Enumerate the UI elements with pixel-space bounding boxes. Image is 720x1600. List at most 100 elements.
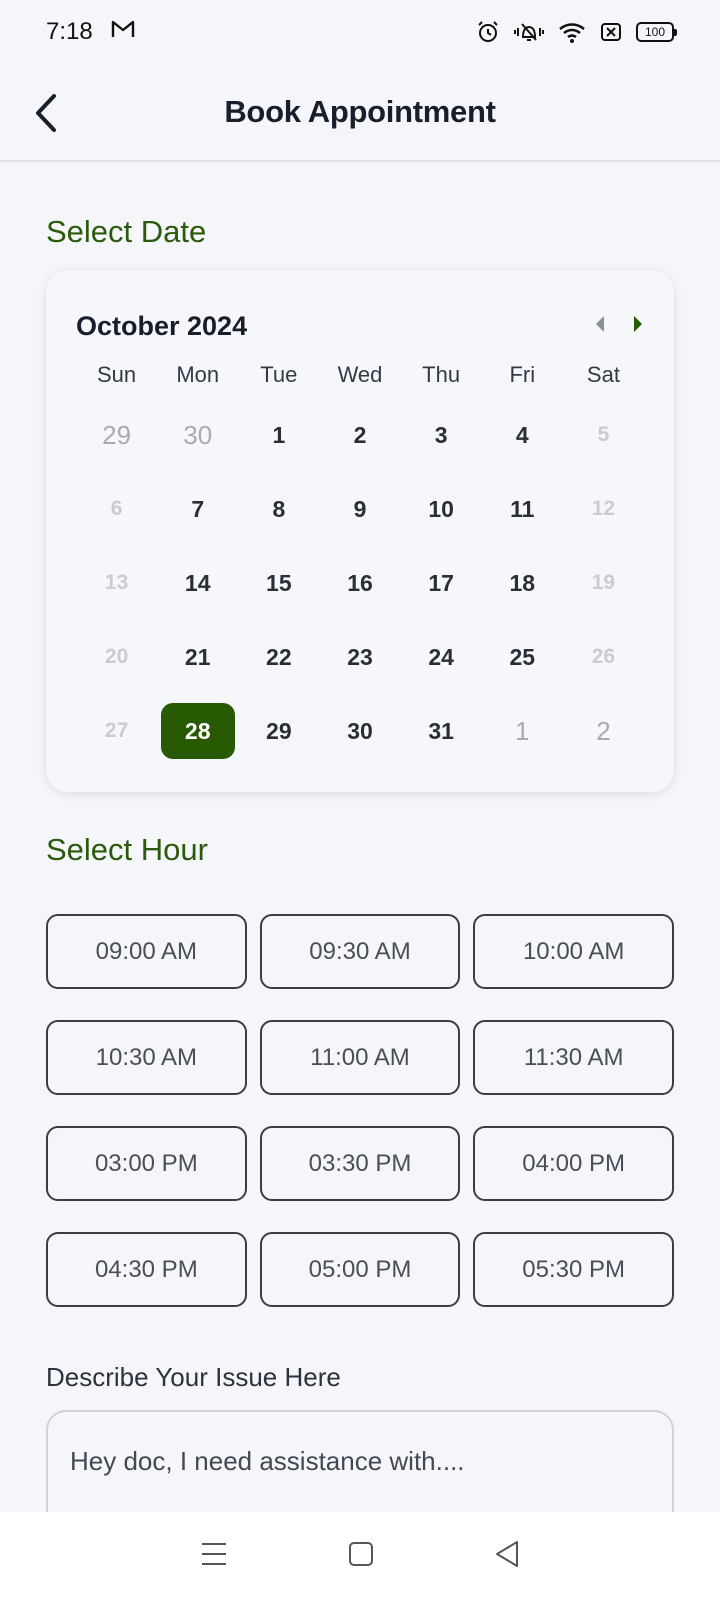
hour-slot-button[interactable]: 09:00 AM (46, 914, 247, 989)
weekday-label: Sat (586, 362, 620, 387)
calendar-day-label: 7 (191, 495, 205, 522)
calendar-day[interactable]: 17 (401, 546, 482, 620)
calendar-day-label: 15 (266, 569, 292, 596)
calendar-day-label: 14 (184, 569, 211, 596)
calendar-day[interactable]: 25 (482, 620, 563, 694)
weekday-label: Thu (422, 362, 461, 387)
calendar-day-label: 29 (266, 717, 292, 744)
hour-slot-button[interactable]: 04:30 PM (46, 1232, 247, 1307)
calendar-day-label: 18 (509, 569, 536, 596)
calendar-day-label: 6 (110, 497, 123, 520)
calendar-day[interactable]: 18 (482, 546, 563, 620)
weekday-label: Tue (260, 362, 298, 387)
prev-month-icon[interactable] (594, 315, 606, 338)
calendar-day[interactable]: 31 (401, 694, 482, 768)
calendar-day[interactable]: 30 (157, 398, 238, 472)
calendar-day-label: 21 (184, 643, 211, 670)
calendar-day-label: 2 (596, 715, 611, 746)
app-header: Book Appointment (0, 64, 720, 162)
calendar-day[interactable]: 21 (157, 620, 238, 694)
calendar-day[interactable]: 7 (157, 472, 238, 546)
calendar-day[interactable]: 29 (238, 694, 319, 768)
calendar-day[interactable]: 13 (76, 546, 157, 620)
calendar-day-label: 3 (434, 421, 448, 448)
calendar-day[interactable]: 5 (563, 398, 644, 472)
menu-icon[interactable] (200, 1541, 228, 1572)
hour-slot-button[interactable]: 03:00 PM (46, 1126, 247, 1201)
hour-slot-button[interactable]: 11:00 AM (259, 1020, 461, 1095)
calendar-day[interactable]: 14 (157, 546, 238, 620)
calendar-day[interactable]: 2 (319, 398, 400, 472)
calendar-day-label: 4 (515, 421, 529, 448)
calendar-day-label: 1 (272, 421, 286, 448)
calendar-day[interactable]: 27 (76, 694, 157, 768)
hour-slot-button[interactable]: 04:00 PM (473, 1126, 674, 1201)
calendar-day-label: 24 (428, 643, 454, 670)
hour-slot-button[interactable]: 05:00 PM (259, 1232, 461, 1307)
calendar-day-selected[interactable]: 28 (157, 694, 238, 768)
calendar-day-label: 20 (104, 645, 129, 668)
hour-slot-button[interactable]: 09:30 AM (259, 914, 461, 989)
hour-slot-button[interactable]: 10:00 AM (473, 914, 674, 989)
weekday-header: Sun Mon Tue Wed Thu Fri Sat (76, 362, 644, 388)
calendar-day-label: 31 (428, 717, 454, 744)
calendar-day[interactable]: 2 (563, 694, 644, 768)
calendar-day[interactable]: 1 (482, 694, 563, 768)
calendar-day[interactable]: 23 (319, 620, 400, 694)
vibrate-icon (514, 20, 544, 44)
select-date-heading: Select Date (46, 214, 207, 249)
weekday-label: Wed (337, 362, 383, 387)
next-month-icon[interactable] (632, 315, 644, 338)
calendar-day[interactable]: 26 (563, 620, 644, 694)
weekday-label: Fri (509, 362, 536, 387)
hour-slot-button[interactable]: 03:30 PM (259, 1126, 461, 1201)
back-arrow-icon[interactable] (28, 90, 68, 136)
calendar-day[interactable]: 12 (563, 472, 644, 546)
back-triangle-icon[interactable] (494, 1540, 520, 1573)
home-icon[interactable] (348, 1541, 374, 1572)
battery-icon: 100 (636, 22, 677, 42)
calendar-day[interactable]: 9 (319, 472, 400, 546)
calendar-day-label: 11 (510, 495, 535, 522)
calendar-day[interactable]: 10 (401, 472, 482, 546)
calendar-day[interactable]: 24 (401, 620, 482, 694)
calendar-day[interactable]: 6 (76, 472, 157, 546)
calendar-month-label: October 2024 (76, 310, 248, 341)
calendar-day[interactable]: 22 (238, 620, 319, 694)
calendar-day-label: 22 (266, 643, 292, 670)
system-nav-bar (0, 1512, 720, 1600)
status-bar: 7:18 100 (0, 0, 720, 64)
issue-label: Describe Your Issue Here (46, 1362, 341, 1392)
calendar-day-label: 29 (102, 419, 132, 450)
calendar-day-label: 9 (353, 495, 367, 522)
calendar-day[interactable]: 20 (76, 620, 157, 694)
calendar: October 2024 Sun Mon Tue Wed Thu Fri Sat… (46, 270, 674, 792)
sim-off-icon (600, 21, 622, 43)
calendar-day[interactable]: 16 (319, 546, 400, 620)
calendar-day-label: 13 (104, 571, 129, 594)
weekday-label: Sun (96, 362, 137, 387)
calendar-day-label: 26 (591, 645, 616, 668)
calendar-day-label: 30 (347, 717, 373, 744)
wifi-icon (558, 20, 586, 44)
calendar-day[interactable]: 1 (238, 398, 319, 472)
hour-slot-button[interactable]: 05:30 PM (473, 1232, 674, 1307)
calendar-day-label: 28 (160, 703, 235, 759)
calendar-day[interactable]: 15 (238, 546, 319, 620)
calendar-day-label: 17 (428, 569, 454, 596)
calendar-day[interactable]: 29 (76, 398, 157, 472)
hour-slot-button[interactable]: 10:30 AM (46, 1020, 247, 1095)
calendar-day[interactable]: 3 (401, 398, 482, 472)
calendar-day-label: 16 (347, 569, 373, 596)
calendar-day-label: 1 (515, 715, 530, 746)
calendar-days-grid: 29 30 1 2 3 4 5 6 7 8 9 10 11 12 13 14 15 16 17 18 19 20 21 22 2… (76, 398, 644, 768)
alarm-icon (476, 20, 500, 44)
calendar-day-label: 23 (347, 643, 373, 670)
hour-slot-button[interactable]: 11:30 AM (473, 1020, 674, 1095)
calendar-day[interactable]: 11 (482, 472, 563, 546)
calendar-day[interactable]: 19 (563, 546, 644, 620)
hour-slots: 09:00 AM 09:30 AM 10:00 AM 10:30 AM 11:0… (46, 914, 674, 1307)
calendar-day[interactable]: 8 (238, 472, 319, 546)
calendar-day[interactable]: 30 (319, 694, 400, 768)
calendar-day[interactable]: 4 (482, 398, 563, 472)
